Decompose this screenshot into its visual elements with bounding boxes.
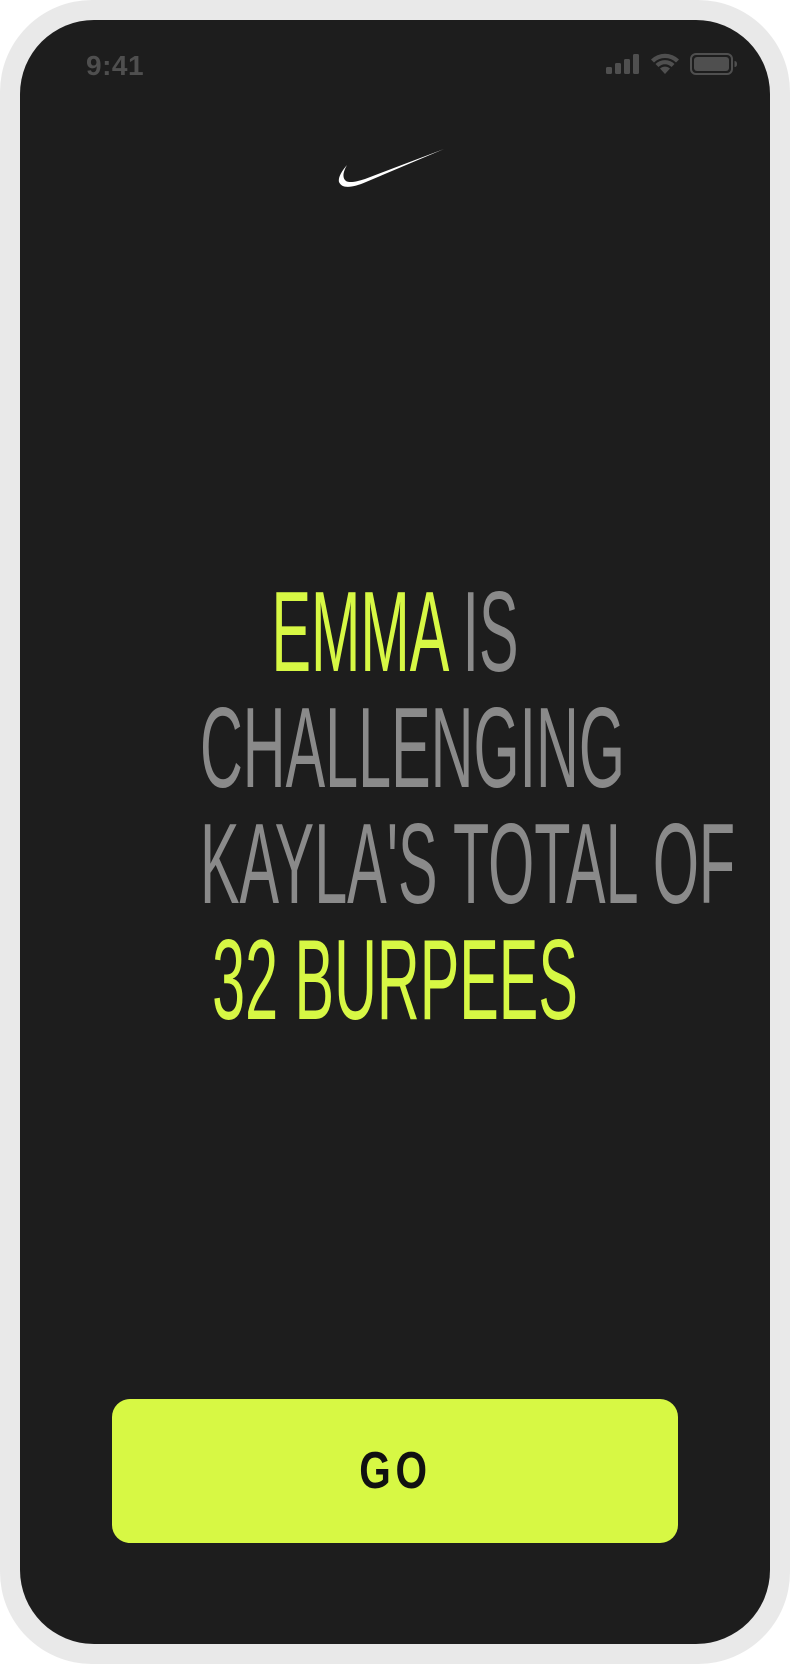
- burpee-count: 32 burpees: [212, 917, 578, 1044]
- headline-line-3: Kayla's total of: [200, 801, 736, 928]
- device-frame: 9:41 EMMA IS CHALLENGING KAYLA'S TOTAL O…: [0, 0, 790, 1664]
- nike-swoosh-logo: [338, 149, 444, 187]
- go-button-label: GO: [358, 1442, 432, 1500]
- wifi-icon: [651, 53, 679, 74]
- cellular-signal-icon: [606, 54, 639, 74]
- battery-icon: [690, 53, 737, 75]
- challenger-name: Emma: [271, 569, 447, 696]
- status-bar: 9:41: [20, 20, 770, 110]
- headline-line-2: challenging: [200, 685, 625, 812]
- go-button[interactable]: GO: [112, 1399, 678, 1543]
- status-time: 9:41: [86, 50, 145, 81]
- app-screen: 9:41 EMMA IS CHALLENGING KAYLA'S TOTAL O…: [20, 20, 770, 1644]
- headline-text-is: is: [446, 569, 519, 696]
- headline-line-1: Emma is: [200, 575, 590, 691]
- status-icons: [606, 53, 738, 75]
- challenge-headline: Emma is challenging Kayla's total of 32 …: [20, 575, 770, 1039]
